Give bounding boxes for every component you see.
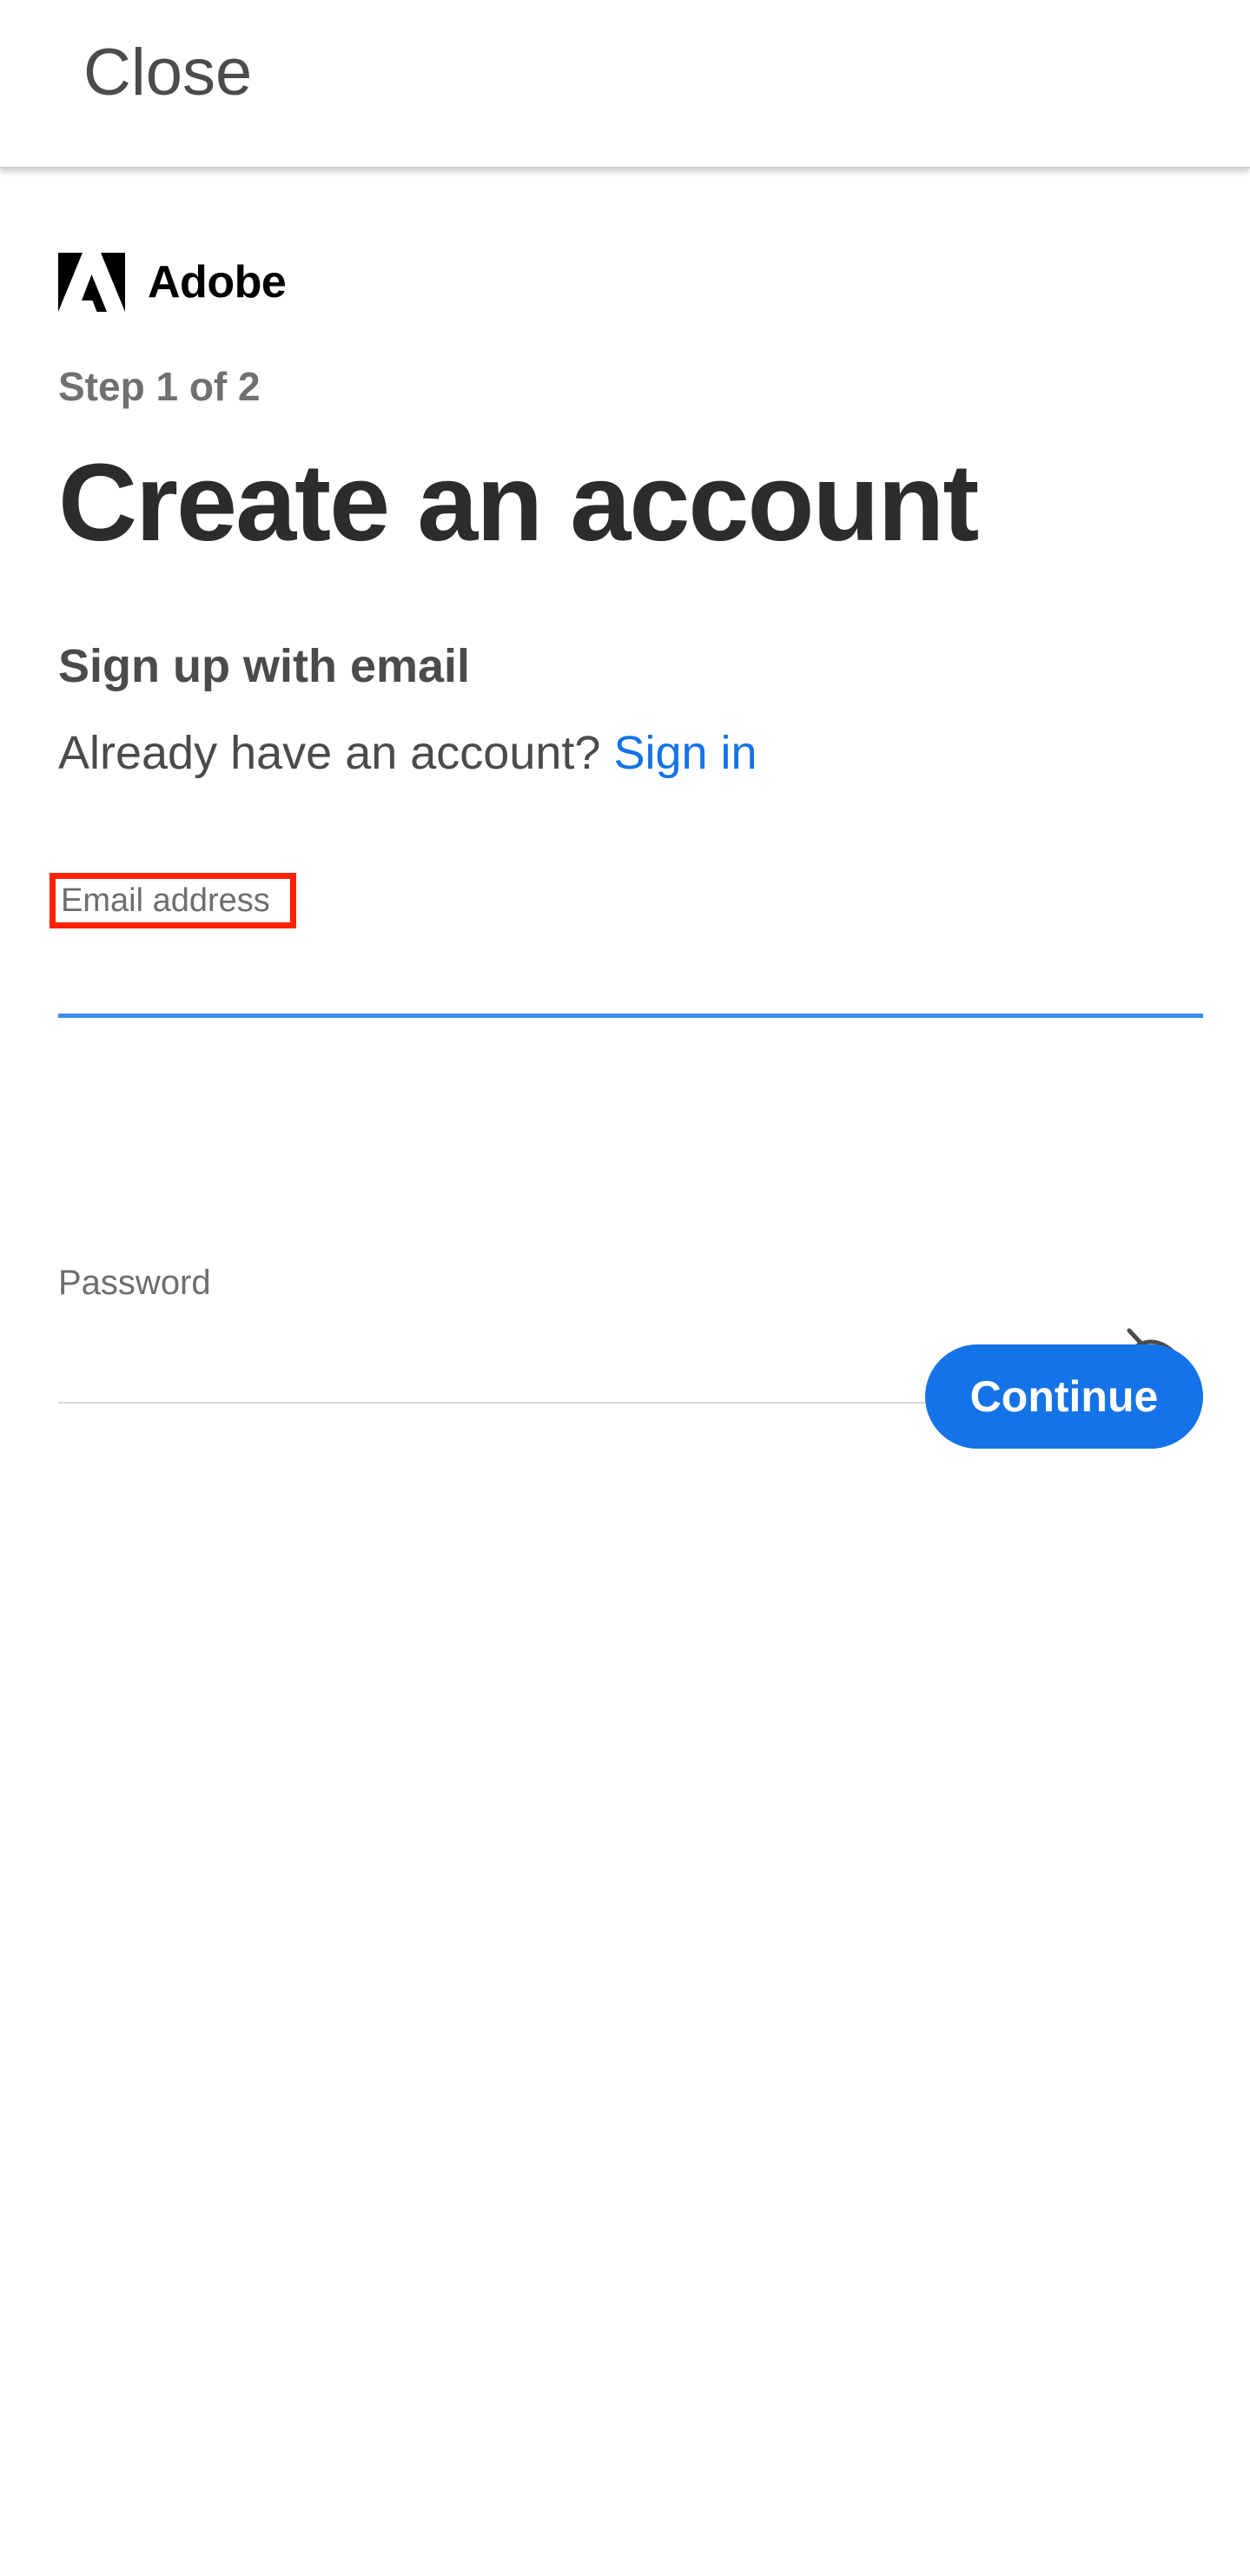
- top-bar: Close: [0, 0, 1250, 168]
- adobe-logo-icon: [58, 253, 125, 312]
- signin-prompt-text: Already have an account?: [58, 727, 601, 779]
- signin-prompt: Already have an account? Sign in: [58, 726, 757, 780]
- password-label: Password: [58, 1264, 211, 1302]
- signin-link[interactable]: Sign in: [613, 727, 757, 779]
- brand-name: Adobe: [148, 257, 287, 307]
- close-button[interactable]: Close: [83, 36, 252, 109]
- email-field[interactable]: [58, 935, 1203, 1018]
- continue-button[interactable]: Continue: [925, 1344, 1203, 1449]
- page-title: Create an account: [58, 441, 979, 564]
- brand-logo: Adobe: [58, 252, 287, 313]
- email-label-highlight: Email address: [50, 873, 296, 928]
- email-label: Email address: [61, 882, 270, 919]
- step-indicator: Step 1 of 2: [58, 364, 261, 409]
- signup-subhead: Sign up with email: [58, 640, 471, 692]
